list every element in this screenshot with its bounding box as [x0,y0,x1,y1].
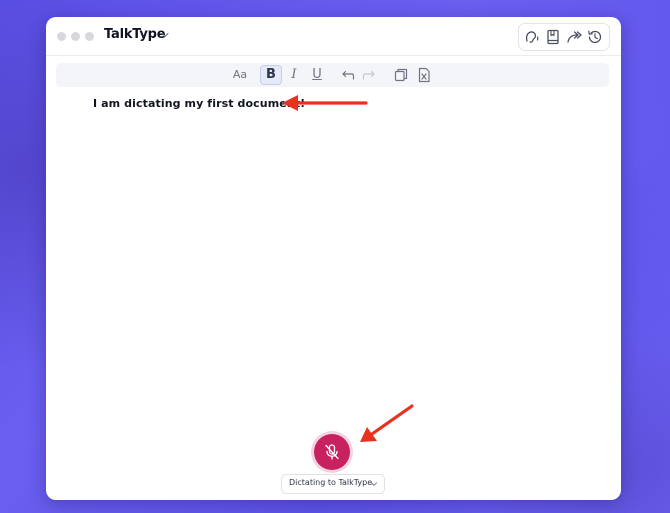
arrow-to-text-icon [282,95,368,111]
arrow-to-mic-icon [360,404,414,442]
annotation-arrows [282,95,414,442]
